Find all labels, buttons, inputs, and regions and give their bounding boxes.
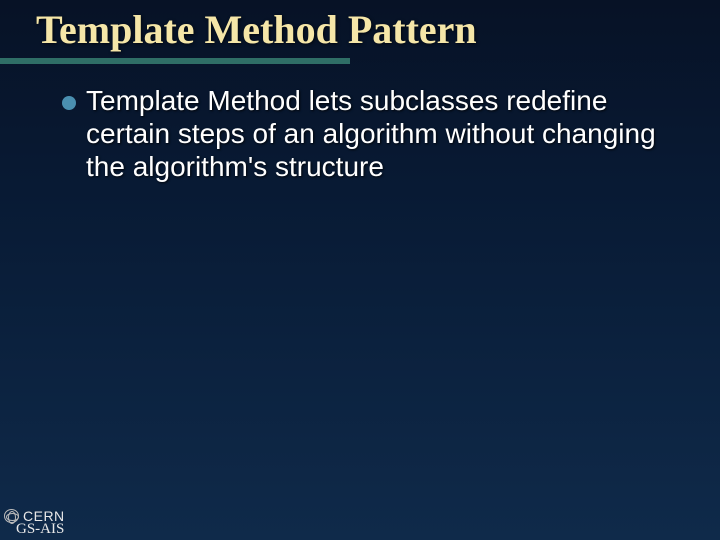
footer: CERN GS-AIS bbox=[4, 509, 65, 538]
body-area: Template Method lets subclasses redefine… bbox=[62, 84, 678, 183]
title-underline bbox=[0, 58, 350, 64]
slide-title: Template Method Pattern bbox=[36, 8, 720, 52]
footer-suborg: GS-AIS bbox=[16, 522, 65, 538]
bullet-icon bbox=[62, 96, 76, 110]
title-area: Template Method Pattern bbox=[0, 0, 720, 64]
slide: Template Method Pattern Template Method … bbox=[0, 0, 720, 540]
bullet-item: Template Method lets subclasses redefine… bbox=[62, 84, 678, 183]
bullet-text: Template Method lets subclasses redefine… bbox=[86, 84, 678, 183]
cern-logo-icon bbox=[4, 509, 19, 523]
